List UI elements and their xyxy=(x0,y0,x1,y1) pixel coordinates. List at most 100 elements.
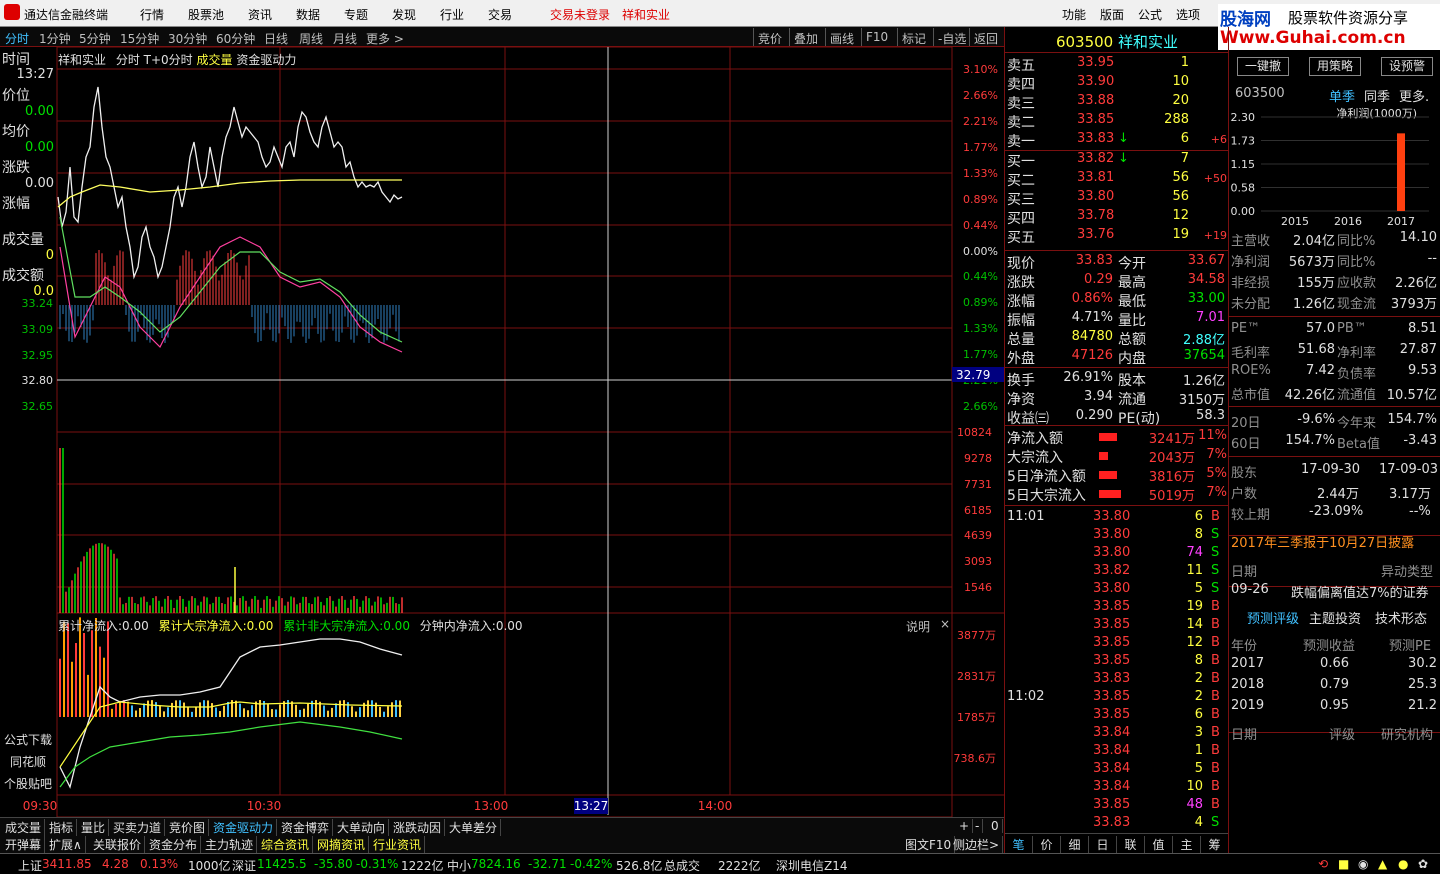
strategy-button[interactable]: 用策略 xyxy=(1309,57,1361,76)
quote-tab[interactable]: 价 xyxy=(1033,836,1061,853)
alarm-icon[interactable]: ▲ xyxy=(1378,857,1387,871)
menu-layout[interactable]: 版面 xyxy=(1100,6,1124,23)
quote-tab[interactable]: 联 xyxy=(1117,836,1145,853)
reset-zoom-icon[interactable]: 0 xyxy=(988,819,1003,833)
quote-tab[interactable]: 值 xyxy=(1145,836,1173,853)
menu-formula[interactable]: 公式 xyxy=(1138,6,1162,23)
indicator-tab[interactable]: 大单差分 xyxy=(446,819,502,836)
auction-button[interactable]: 竞价 xyxy=(753,28,786,46)
report-notice[interactable]: 2017年三季报于10月27日披露 xyxy=(1231,532,1414,551)
info-tab[interactable]: 综合资讯 xyxy=(258,836,314,853)
speaker-icon[interactable]: ◉ xyxy=(1358,857,1368,871)
orderbook-price[interactable]: 33.78 xyxy=(1077,208,1114,223)
formula-download-link[interactable]: 公式下载 xyxy=(4,731,52,748)
indicator-tab[interactable]: 资金博弈 xyxy=(278,819,334,836)
close-icon[interactable]: × xyxy=(940,617,950,631)
indicator-tab[interactable]: 成交量 xyxy=(2,819,46,836)
f10-text-tab[interactable]: 图文F10 xyxy=(902,836,956,853)
tab-theme-invest[interactable]: 主题投资 xyxy=(1309,608,1361,627)
watchlist-button[interactable]: -自选 xyxy=(933,28,970,46)
orderbook-price[interactable]: 33.82 xyxy=(1077,151,1114,166)
draw-button[interactable]: 画线 xyxy=(825,28,858,46)
stock-forum-link[interactable]: 个股贴吧 xyxy=(4,775,52,792)
orderbook-price[interactable]: 33.83 xyxy=(1077,131,1114,146)
server-name[interactable]: 深圳电信Z14 xyxy=(776,857,848,874)
period-5min[interactable]: 5分钟 xyxy=(79,30,111,47)
period-intraday[interactable]: 分时 xyxy=(5,30,29,47)
period-monthly[interactable]: 月线 xyxy=(333,30,357,47)
menu-trade[interactable]: 交易 xyxy=(488,6,512,23)
back-button[interactable]: 返回 xyxy=(969,28,1002,46)
indicator-tab[interactable]: 资金驱动力 xyxy=(210,819,278,836)
info-tab[interactable]: 主力轨迹 xyxy=(202,836,258,853)
menu-topic[interactable]: 专题 xyxy=(344,6,368,23)
orderbook-price[interactable]: 33.81 xyxy=(1077,170,1114,185)
quote-tab[interactable]: 细 xyxy=(1061,836,1089,853)
sh-index-label[interactable]: 上证 xyxy=(18,857,42,874)
f10-button[interactable]: F10 xyxy=(861,28,892,46)
login-status[interactable]: 交易未登录 xyxy=(550,6,610,23)
quote-tab[interactable]: 主 xyxy=(1173,836,1201,853)
quote-tab[interactable]: 笔 xyxy=(1005,836,1033,853)
indicator-tab[interactable]: 涨跌动因 xyxy=(390,819,446,836)
price-tick: 32.65 xyxy=(22,400,54,413)
orderbook-price[interactable]: 33.80 xyxy=(1077,189,1114,204)
help-link[interactable]: 说明 xyxy=(906,618,930,635)
tab-forecast-rating[interactable]: 预测评级 xyxy=(1247,608,1299,627)
menu-industry[interactable]: 行业 xyxy=(440,6,464,23)
alert-button[interactable]: 设预警 xyxy=(1381,57,1433,76)
orderbook-price[interactable]: 33.88 xyxy=(1077,93,1114,108)
menu-data[interactable]: 数据 xyxy=(296,6,320,23)
quote-tab[interactable]: 日 xyxy=(1089,836,1117,853)
menu-options[interactable]: 选项 xyxy=(1176,6,1200,23)
info-tab[interactable]: 关联报价 xyxy=(90,836,146,853)
sz-index-label[interactable]: 深证 xyxy=(232,857,256,874)
indicator-tab[interactable]: 买卖力道 xyxy=(110,819,166,836)
zoom-in-icon[interactable]: + xyxy=(956,819,974,833)
info-tab[interactable]: 网摘资讯 xyxy=(314,836,370,853)
overlay-button[interactable]: 叠加 xyxy=(789,28,822,46)
zoom-out-icon[interactable]: - xyxy=(972,819,984,833)
price-tick: 33.09 xyxy=(22,323,54,336)
info-tab[interactable]: 开弹幕 xyxy=(2,836,46,853)
indicator-tab[interactable]: 指标 xyxy=(46,819,78,836)
mark-button[interactable]: 标记 xyxy=(897,28,930,46)
period-15min[interactable]: 15分钟 xyxy=(120,30,159,47)
menu-news[interactable]: 资讯 xyxy=(248,6,272,23)
period-more[interactable]: 更多 > xyxy=(366,30,404,47)
menu-discover[interactable]: 发现 xyxy=(392,6,416,23)
period-weekly[interactable]: 周线 xyxy=(299,30,323,47)
sidebar-toggle[interactable]: 侧边栏> xyxy=(950,836,1004,853)
time-tick: 09:30 xyxy=(23,799,58,813)
info-tab[interactable]: 行业资讯 xyxy=(370,836,426,853)
menu-function[interactable]: 功能 xyxy=(1062,6,1086,23)
tonghuashun-link[interactable]: 同花顺 xyxy=(10,753,46,770)
info-tab[interactable]: 资金分布 xyxy=(146,836,202,853)
gear-icon[interactable]: ✿ xyxy=(1418,857,1428,871)
tick-list[interactable]: 11:01 33.80 6 B 33.80 8 S 33.80 74 S 33.82 11 S 33.80… xyxy=(1005,505,1229,831)
period-1min[interactable]: 1分钟 xyxy=(39,30,71,47)
menu-pool[interactable]: 股票池 xyxy=(188,6,224,23)
period-daily[interactable]: 日线 xyxy=(264,30,288,47)
lightbulb-icon[interactable]: ● xyxy=(1398,857,1408,871)
tab-tech-pattern[interactable]: 技术形态 xyxy=(1375,608,1427,627)
indicator-tab[interactable]: 量比 xyxy=(78,819,110,836)
menu-quotes[interactable]: 行情 xyxy=(140,6,164,23)
zx-index-label[interactable]: 中小 xyxy=(447,857,471,874)
period-60min[interactable]: 60分钟 xyxy=(216,30,255,47)
quote-tab[interactable]: 筹 xyxy=(1201,836,1229,853)
orderbook-price[interactable]: 33.95 xyxy=(1077,55,1114,70)
zx-amt: 526.8亿 xyxy=(616,859,663,873)
intraday-chart[interactable]: 3.10% 2.66% 2.21% 1.77% 1.33% 0.89% 0.44% 0.00%… xyxy=(0,47,1004,817)
indicator-tab[interactable]: 大单动向 xyxy=(334,819,390,836)
cancel-all-button[interactable]: 一键撤 xyxy=(1237,57,1289,76)
orderbook-price[interactable]: 33.85 xyxy=(1077,112,1114,127)
info-tab[interactable]: 扩展∧ xyxy=(46,836,86,853)
tick-side: B xyxy=(1211,743,1220,758)
orderbook-price[interactable]: 33.90 xyxy=(1077,74,1114,89)
chat-icon[interactable]: ■ xyxy=(1338,857,1349,871)
refresh-icon[interactable]: ⟲ xyxy=(1318,857,1328,871)
indicator-tab[interactable]: 竞价图 xyxy=(166,819,210,836)
orderbook-price[interactable]: 33.76 xyxy=(1077,227,1114,242)
period-30min[interactable]: 30分钟 xyxy=(168,30,207,47)
